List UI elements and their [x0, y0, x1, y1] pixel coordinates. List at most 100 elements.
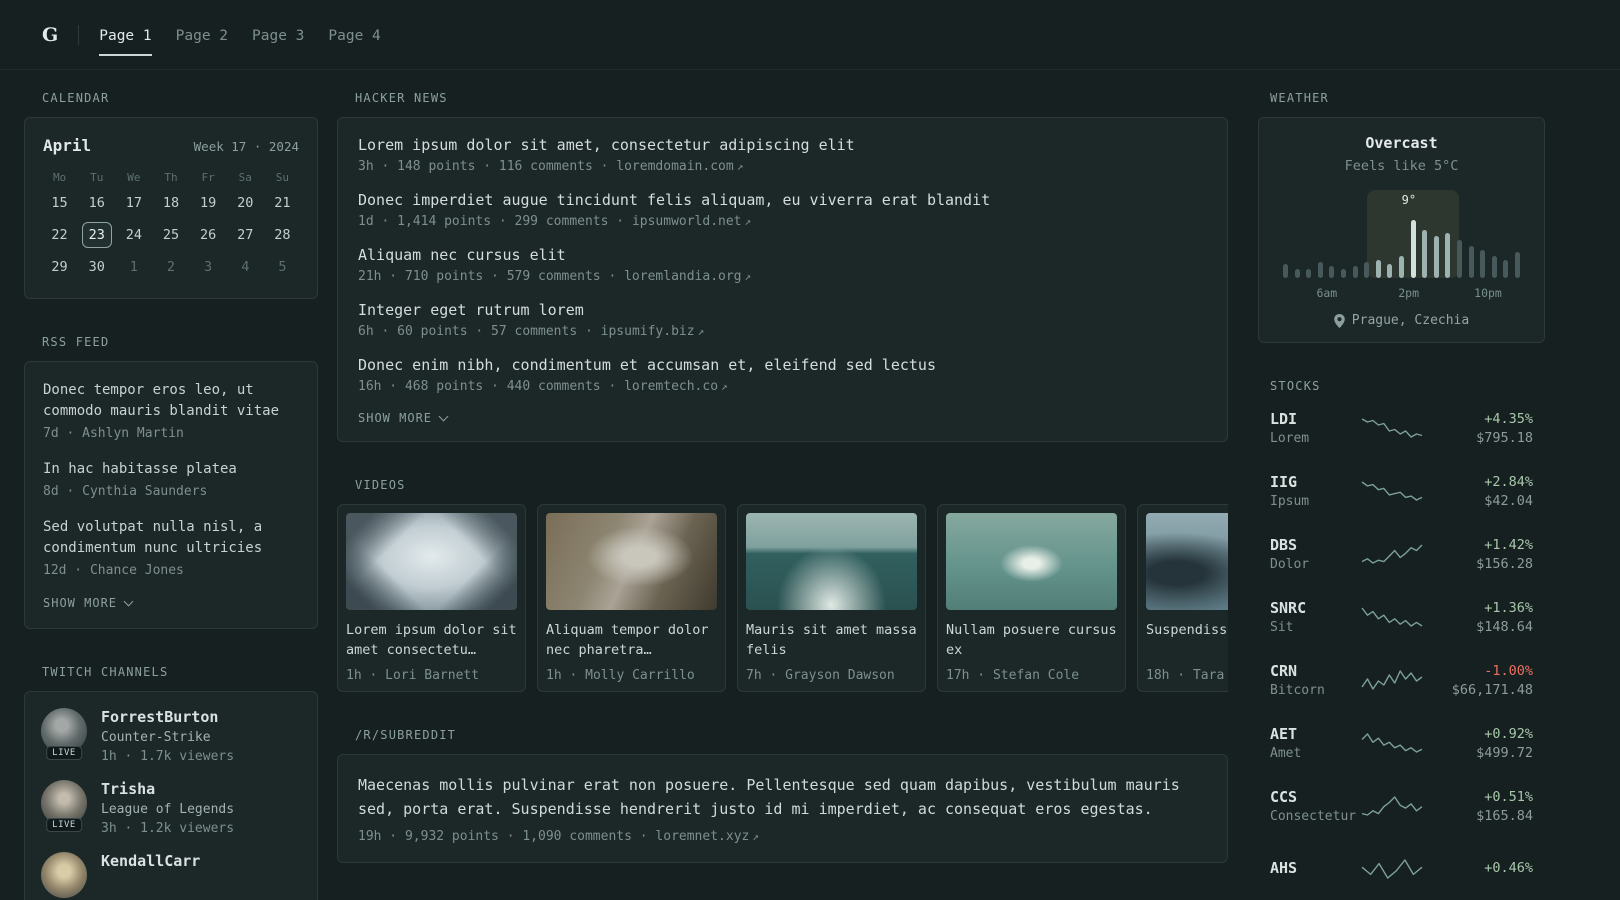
stock-sparkline — [1361, 796, 1422, 816]
video-card[interactable]: Aliquam tempor dolor nec pharetra… 1h · … — [537, 504, 726, 692]
video-card[interactable]: Mauris sit amet massa felis 7h · Grayson… — [737, 504, 926, 692]
subreddit-widget: /R/SUBREDDIT Maecenas mollis pulvinar er… — [337, 728, 1228, 863]
stock-row[interactable]: CRN Bitcorn -1.00% $66,171.48 — [1258, 657, 1545, 703]
stock-values: +1.36% $148.64 — [1433, 600, 1533, 635]
app-logo[interactable]: G — [42, 24, 58, 46]
tab-page-1[interactable]: Page 1 — [99, 14, 152, 56]
calendar-day-header: Tu — [90, 171, 104, 184]
stock-row[interactable]: DBS Dolor +1.42% $156.28 — [1258, 531, 1545, 577]
stock-row[interactable]: LDI Lorem +4.35% $795.18 — [1258, 405, 1545, 451]
stock-change: +0.46% — [1484, 859, 1533, 876]
weather-bar — [1306, 269, 1312, 278]
tab-page-4[interactable]: Page 4 — [328, 14, 380, 56]
stock-name: Lorem — [1270, 431, 1310, 446]
video-title[interactable]: Nullam posuere cursus ex — [946, 620, 1117, 661]
stock-row[interactable]: IIG Ipsum +2.84% $42.04 — [1258, 468, 1545, 514]
channel-meta: 1h · 1.7k viewers — [101, 749, 235, 764]
channel-name[interactable]: Trisha — [101, 780, 234, 798]
stock-change: +1.36% — [1484, 599, 1533, 616]
post-title[interactable]: Maecenas mollis pulvinar erat non posuer… — [358, 773, 1207, 821]
stock-id: CCS Consectetur — [1270, 788, 1356, 824]
channel-name[interactable]: ForrestBurton — [101, 708, 234, 726]
hn-item-meta: 21h · 710 points · 579 comments · — [358, 269, 625, 284]
stock-name: Ipsum — [1270, 494, 1310, 509]
video-card[interactable]: Suspendisse diam 18h · Tara — [1137, 504, 1228, 692]
rss-item-title[interactable]: Donec tempor eros leo, ut commodo mauris… — [43, 380, 299, 422]
tab-page-2[interactable]: Page 2 — [176, 14, 228, 56]
subreddit-card: Maecenas mollis pulvinar erat non posuer… — [337, 754, 1228, 863]
hn-item-meta: 1d · 1,414 points · 299 comments · — [358, 214, 632, 229]
rss-item-title[interactable]: Sed volutpat nulla nisl, a condimentum n… — [43, 517, 299, 559]
videos-carousel[interactable]: Lorem ipsum dolor sit amet consectetu… 1… — [337, 504, 1228, 692]
weather-time-label: 2pm — [1398, 286, 1419, 300]
stock-name: Dolor — [1270, 557, 1310, 572]
hn-item-domain-link[interactable]: loremtech.co — [624, 379, 718, 394]
rss-widget-title: RSS FEED — [42, 335, 110, 349]
weather-bar — [1329, 266, 1335, 278]
channel-avatar-wrap: LIVE — [41, 780, 87, 832]
stock-row[interactable]: SNRC Sit +1.36% $148.64 — [1258, 594, 1545, 640]
stock-change: +2.84% — [1484, 473, 1533, 490]
weather-bar — [1480, 250, 1486, 278]
video-title[interactable]: Aliquam tempor dolor nec pharetra… — [546, 620, 717, 661]
channel-game[interactable]: League of Legends — [101, 802, 234, 817]
calendar-grid: Mo Tu We Th Fr Sa Su 15 16 17 18 19 20 2… — [41, 171, 301, 280]
weather-bar — [1491, 256, 1497, 278]
navbar: G Page 1 Page 2 Page 3 Page 4 — [0, 0, 1620, 70]
video-title[interactable]: Lorem ipsum dolor sit amet consectetu… — [346, 620, 517, 661]
stock-id: IIG Ipsum — [1270, 473, 1350, 509]
hn-item-title[interactable]: Aliquam nec cursus elit — [358, 246, 1207, 264]
hn-item-title[interactable]: Integer eget rutrum lorem — [358, 301, 1207, 319]
hn-item-title[interactable]: Donec enim nibh, condimentum et accumsan… — [358, 356, 1207, 374]
weather-time-label: 6am — [1316, 286, 1338, 300]
external-link-icon: ↗ — [736, 160, 744, 173]
channel-game[interactable]: Counter-Strike — [101, 730, 234, 745]
rss-item-title[interactable]: In hac habitasse platea — [43, 459, 299, 480]
rss-item[interactable]: Sed volutpat nulla nisl, a condimentum n… — [43, 517, 299, 578]
rss-item[interactable]: Donec tempor eros leo, ut commodo mauris… — [43, 380, 299, 441]
post-domain-link[interactable]: loremnet.xyz — [655, 829, 749, 844]
twitch-widget-title: TWITCH CHANNELS — [42, 665, 169, 679]
hn-item-meta-row: 21h · 710 points · 579 comments · loreml… — [358, 269, 1207, 284]
hn-item-title[interactable]: Lorem ipsum dolor sit amet, consectetur … — [358, 136, 1207, 154]
calendar-day: 20 — [237, 195, 254, 211]
stock-row[interactable]: AET Amet +0.92% $499.72 — [1258, 720, 1545, 766]
hn-item-domain-link[interactable]: loremlandia.org — [624, 269, 741, 284]
weather-location-row: Prague, Czechia — [1273, 313, 1530, 328]
hn-show-more-button[interactable]: SHOW MORE — [358, 411, 1207, 425]
calendar-day: 22 — [51, 227, 68, 243]
external-link-icon: ↗ — [721, 380, 728, 393]
stock-row[interactable]: AHS +0.46% — [1258, 846, 1545, 892]
video-meta: 7h · Grayson Dawson — [746, 668, 895, 683]
video-title[interactable]: Mauris sit amet massa felis — [746, 620, 917, 661]
stock-row[interactable]: CCS Consectetur +0.51% $165.84 — [1258, 783, 1545, 829]
rss-show-more-button[interactable]: SHOW MORE — [43, 596, 299, 610]
calendar-day-header: Th — [164, 171, 178, 184]
twitch-channel-item[interactable]: LIVE ForrestBurton Counter-Strike 1h · 1… — [41, 708, 301, 764]
stock-ticker: CCS — [1270, 788, 1298, 806]
rss-item[interactable]: In hac habitasse platea 8d · Cynthia Sau… — [43, 459, 299, 499]
video-thumbnail — [546, 513, 717, 610]
tab-page-3[interactable]: Page 3 — [252, 14, 304, 56]
live-badge: LIVE — [46, 818, 82, 832]
video-card[interactable]: Lorem ipsum dolor sit amet consectetu… 1… — [337, 504, 526, 692]
video-card[interactable]: Nullam posuere cursus ex 17h · Stefan Co… — [937, 504, 1126, 692]
weather-widget-title: WEATHER — [1270, 91, 1329, 105]
channel-name[interactable]: KendallCarr — [101, 852, 200, 870]
calendar-day: 29 — [51, 259, 68, 275]
hn-item-domain-link[interactable]: ipsumworld.net — [632, 214, 742, 229]
video-title[interactable]: Suspendisse diam — [1146, 620, 1228, 661]
stock-price: $148.64 — [1476, 618, 1533, 635]
hn-item-domain-link[interactable]: ipsumify.biz — [601, 324, 695, 339]
calendar-day-next-month: 5 — [278, 259, 287, 275]
stock-sparkline — [1361, 859, 1422, 879]
weather-bar — [1398, 256, 1404, 278]
stock-values: +4.35% $795.18 — [1433, 411, 1533, 446]
hn-item-title[interactable]: Donec imperdiet augue tincidunt felis al… — [358, 191, 1207, 209]
twitch-channel-item[interactable]: KendallCarr — [41, 852, 301, 898]
stock-id: AET Amet — [1270, 725, 1350, 761]
twitch-channel-item[interactable]: LIVE Trisha League of Legends 3h · 1.2k … — [41, 780, 301, 836]
stock-change: +0.92% — [1484, 725, 1533, 742]
hackernews-widget-title: HACKER NEWS — [355, 91, 448, 105]
hn-item-domain-link[interactable]: loremdomain.com — [616, 159, 733, 174]
